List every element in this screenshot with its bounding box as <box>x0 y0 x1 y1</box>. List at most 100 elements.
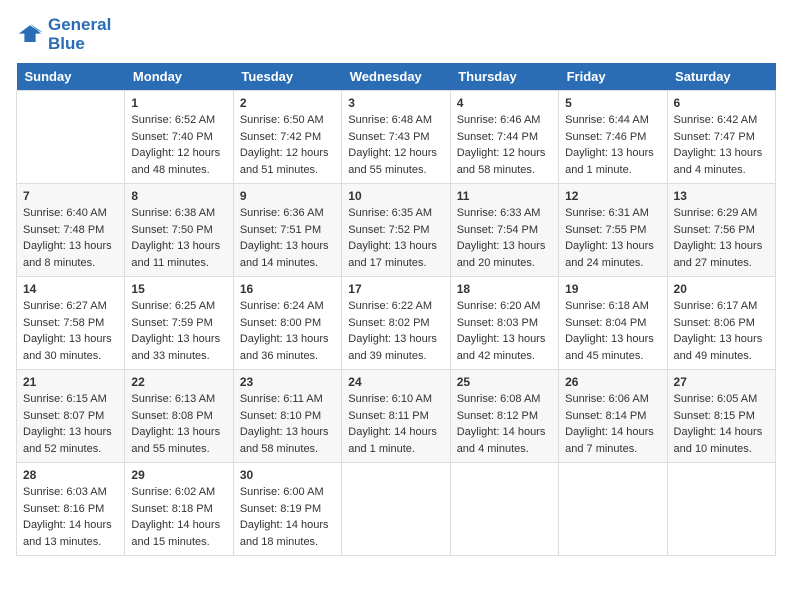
calendar-cell: 24 Sunrise: 6:10 AMSunset: 8:11 PMDayligh… <box>342 370 450 463</box>
calendar-cell: 12 Sunrise: 6:31 AMSunset: 7:55 PMDayligh… <box>559 184 667 277</box>
cell-daylight-info: Sunrise: 6:10 AMSunset: 8:11 PMDaylight:… <box>348 391 443 457</box>
cell-daylight-info: Sunrise: 6:08 AMSunset: 8:12 PMDaylight:… <box>457 391 552 457</box>
calendar-cell: 30 Sunrise: 6:00 AMSunset: 8:19 PMDayligh… <box>233 463 341 556</box>
cell-daylight-info: Sunrise: 6:02 AMSunset: 8:18 PMDaylight:… <box>131 484 226 550</box>
calendar-cell: 27 Sunrise: 6:05 AMSunset: 8:15 PMDayligh… <box>667 370 775 463</box>
cell-daylight-info: Sunrise: 6:11 AMSunset: 8:10 PMDaylight:… <box>240 391 335 457</box>
cell-daylight-info: Sunrise: 6:15 AMSunset: 8:07 PMDaylight:… <box>23 391 118 457</box>
day-number: 9 <box>240 189 335 203</box>
cell-daylight-info: Sunrise: 6:05 AMSunset: 8:15 PMDaylight:… <box>674 391 769 457</box>
cell-daylight-info: Sunrise: 6:25 AMSunset: 7:59 PMDaylight:… <box>131 298 226 364</box>
day-number: 20 <box>674 282 769 296</box>
day-number: 3 <box>348 96 443 110</box>
cell-daylight-info: Sunrise: 6:42 AMSunset: 7:47 PMDaylight:… <box>674 112 769 178</box>
day-number: 21 <box>23 375 118 389</box>
day-number: 7 <box>23 189 118 203</box>
day-number: 14 <box>23 282 118 296</box>
header-wednesday: Wednesday <box>342 63 450 91</box>
cell-daylight-info: Sunrise: 6:35 AMSunset: 7:52 PMDaylight:… <box>348 205 443 271</box>
cell-daylight-info: Sunrise: 6:33 AMSunset: 7:54 PMDaylight:… <box>457 205 552 271</box>
cell-daylight-info: Sunrise: 6:52 AMSunset: 7:40 PMDaylight:… <box>131 112 226 178</box>
calendar-cell <box>17 91 125 184</box>
calendar-table: SundayMondayTuesdayWednesdayThursdayFrid… <box>16 63 776 556</box>
day-number: 6 <box>674 96 769 110</box>
day-number: 19 <box>565 282 660 296</box>
header-friday: Friday <box>559 63 667 91</box>
calendar-cell: 8Sunrise: 6:38 AMSunset: 7:50 PMDaylight… <box>125 184 233 277</box>
header-saturday: Saturday <box>667 63 775 91</box>
day-number: 1 <box>131 96 226 110</box>
cell-daylight-info: Sunrise: 6:24 AMSunset: 8:00 PMDaylight:… <box>240 298 335 364</box>
day-number: 5 <box>565 96 660 110</box>
logo-bird-icon <box>16 21 44 49</box>
day-number: 13 <box>674 189 769 203</box>
day-number: 8 <box>131 189 226 203</box>
calendar-cell: 6 Sunrise: 6:42 AMSunset: 7:47 PMDaylight… <box>667 91 775 184</box>
header-monday: Monday <box>125 63 233 91</box>
calendar-cell: 2 Sunrise: 6:50 AMSunset: 7:42 PMDaylight… <box>233 91 341 184</box>
header-sunday: Sunday <box>17 63 125 91</box>
calendar-cell <box>559 463 667 556</box>
cell-daylight-info: Sunrise: 6:13 AMSunset: 8:08 PMDaylight:… <box>131 391 226 457</box>
day-number: 16 <box>240 282 335 296</box>
day-number: 26 <box>565 375 660 389</box>
day-number: 17 <box>348 282 443 296</box>
day-number: 24 <box>348 375 443 389</box>
cell-daylight-info: Sunrise: 6:50 AMSunset: 7:42 PMDaylight:… <box>240 112 335 178</box>
calendar-cell: 9 Sunrise: 6:36 AMSunset: 7:51 PMDaylight… <box>233 184 341 277</box>
calendar-cell: 7 Sunrise: 6:40 AMSunset: 7:48 PMDaylight… <box>17 184 125 277</box>
cell-daylight-info: Sunrise: 6:48 AMSunset: 7:43 PMDaylight:… <box>348 112 443 178</box>
cell-daylight-info: Sunrise: 6:36 AMSunset: 7:51 PMDaylight:… <box>240 205 335 271</box>
logo-text: General Blue <box>48 16 111 53</box>
week-row-2: 7 Sunrise: 6:40 AMSunset: 7:48 PMDaylight… <box>17 184 776 277</box>
day-number: 12 <box>565 189 660 203</box>
day-number: 15 <box>131 282 226 296</box>
calendar-cell: 25 Sunrise: 6:08 AMSunset: 8:12 PMDayligh… <box>450 370 558 463</box>
day-number: 18 <box>457 282 552 296</box>
calendar-cell: 4 Sunrise: 6:46 AMSunset: 7:44 PMDaylight… <box>450 91 558 184</box>
calendar-cell <box>450 463 558 556</box>
day-number: 11 <box>457 189 552 203</box>
cell-daylight-info: Sunrise: 6:20 AMSunset: 8:03 PMDaylight:… <box>457 298 552 364</box>
calendar-cell: 1 Sunrise: 6:52 AMSunset: 7:40 PMDaylight… <box>125 91 233 184</box>
week-row-1: 1 Sunrise: 6:52 AMSunset: 7:40 PMDaylight… <box>17 91 776 184</box>
calendar-header-row: SundayMondayTuesdayWednesdayThursdayFrid… <box>17 63 776 91</box>
page-header: General Blue <box>16 16 776 53</box>
calendar-cell <box>342 463 450 556</box>
week-row-5: 28 Sunrise: 6:03 AMSunset: 8:16 PMDayligh… <box>17 463 776 556</box>
cell-daylight-info: Sunrise: 6:00 AMSunset: 8:19 PMDaylight:… <box>240 484 335 550</box>
calendar-cell: 28 Sunrise: 6:03 AMSunset: 8:16 PMDayligh… <box>17 463 125 556</box>
calendar-cell: 16 Sunrise: 6:24 AMSunset: 8:00 PMDayligh… <box>233 277 341 370</box>
calendar-cell: 26Sunrise: 6:06 AMSunset: 8:14 PMDayligh… <box>559 370 667 463</box>
day-number: 23 <box>240 375 335 389</box>
calendar-cell: 10 Sunrise: 6:35 AMSunset: 7:52 PMDayligh… <box>342 184 450 277</box>
cell-daylight-info: Sunrise: 6:18 AMSunset: 8:04 PMDaylight:… <box>565 298 660 364</box>
cell-daylight-info: Sunrise: 6:46 AMSunset: 7:44 PMDaylight:… <box>457 112 552 178</box>
day-number: 27 <box>674 375 769 389</box>
day-number: 10 <box>348 189 443 203</box>
calendar-cell: 14 Sunrise: 6:27 AMSunset: 7:58 PMDayligh… <box>17 277 125 370</box>
calendar-cell: 11 Sunrise: 6:33 AMSunset: 7:54 PMDayligh… <box>450 184 558 277</box>
calendar-cell: 23 Sunrise: 6:11 AMSunset: 8:10 PMDayligh… <box>233 370 341 463</box>
cell-daylight-info: Sunrise: 6:03 AMSunset: 8:16 PMDaylight:… <box>23 484 118 550</box>
week-row-4: 21 Sunrise: 6:15 AMSunset: 8:07 PMDayligh… <box>17 370 776 463</box>
day-number: 22 <box>131 375 226 389</box>
cell-daylight-info: Sunrise: 6:40 AMSunset: 7:48 PMDaylight:… <box>23 205 118 271</box>
calendar-cell: 3 Sunrise: 6:48 AMSunset: 7:43 PMDaylight… <box>342 91 450 184</box>
calendar-cell: 21 Sunrise: 6:15 AMSunset: 8:07 PMDayligh… <box>17 370 125 463</box>
cell-daylight-info: Sunrise: 6:22 AMSunset: 8:02 PMDaylight:… <box>348 298 443 364</box>
cell-daylight-info: Sunrise: 6:31 AMSunset: 7:55 PMDaylight:… <box>565 205 660 271</box>
day-number: 28 <box>23 468 118 482</box>
calendar-cell: 15 Sunrise: 6:25 AMSunset: 7:59 PMDayligh… <box>125 277 233 370</box>
day-number: 4 <box>457 96 552 110</box>
calendar-cell: 29Sunrise: 6:02 AMSunset: 8:18 PMDayligh… <box>125 463 233 556</box>
cell-daylight-info: Sunrise: 6:44 AMSunset: 7:46 PMDaylight:… <box>565 112 660 178</box>
calendar-cell: 19 Sunrise: 6:18 AMSunset: 8:04 PMDayligh… <box>559 277 667 370</box>
day-number: 2 <box>240 96 335 110</box>
week-row-3: 14 Sunrise: 6:27 AMSunset: 7:58 PMDayligh… <box>17 277 776 370</box>
calendar-cell: 17 Sunrise: 6:22 AMSunset: 8:02 PMDayligh… <box>342 277 450 370</box>
cell-daylight-info: Sunrise: 6:27 AMSunset: 7:58 PMDaylight:… <box>23 298 118 364</box>
calendar-cell: 22 Sunrise: 6:13 AMSunset: 8:08 PMDayligh… <box>125 370 233 463</box>
day-number: 25 <box>457 375 552 389</box>
day-number: 30 <box>240 468 335 482</box>
